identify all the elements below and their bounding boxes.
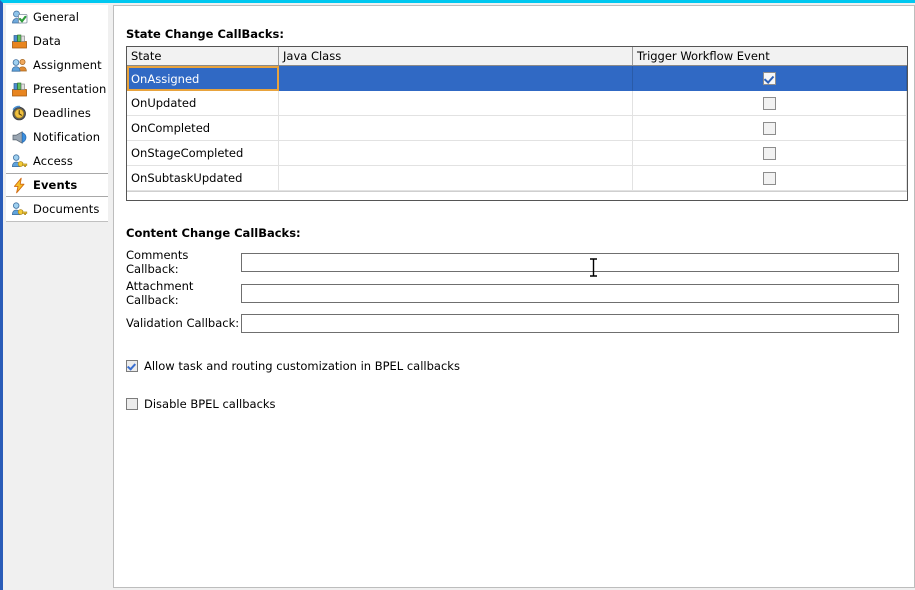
sidebar-item-label: Data <box>33 34 61 48</box>
events-settings-panel: State Change CallBacks: State Java Class… <box>113 5 915 588</box>
sidebar-item-presentation[interactable]: Presentation <box>6 77 108 101</box>
cell-trigger[interactable] <box>633 141 907 166</box>
trigger-workflow-event-checkbox[interactable] <box>763 71 776 85</box>
sidebar-item-label: Documents <box>33 202 100 216</box>
sidebar-item-assignment[interactable]: Assignment <box>6 53 108 77</box>
cell-state[interactable]: OnUpdated <box>127 91 279 116</box>
sidebar-item-documents[interactable]: Documents <box>6 197 108 221</box>
state-change-callbacks-title: State Change CallBacks: <box>126 27 284 41</box>
allow-customization-label: Allow task and routing customization in … <box>144 359 460 373</box>
content-change-callbacks-title: Content Change CallBacks: <box>126 226 301 240</box>
comments-callback-row: Comments Callback: <box>126 248 899 276</box>
column-header-java-class: Java Class <box>279 47 633 65</box>
sidebar-item-label: Presentation <box>33 82 107 96</box>
allow-customization-checkbox[interactable] <box>126 360 138 372</box>
users-group-icon <box>11 57 28 74</box>
trigger-workflow-event-checkbox[interactable] <box>763 146 776 160</box>
data-box-icon <box>11 81 28 98</box>
table-row[interactable]: OnUpdated <box>127 91 907 116</box>
cell-trigger[interactable] <box>633 166 907 191</box>
table-header-row: State Java Class Trigger Workflow Event <box>127 47 907 66</box>
cell-trigger[interactable] <box>633 116 907 141</box>
sidebar-item-label: Deadlines <box>33 106 91 120</box>
lightning-bolt-icon <box>11 177 28 194</box>
column-header-trigger-workflow-event: Trigger Workflow Event <box>633 47 907 65</box>
cell-java-class[interactable] <box>279 91 633 116</box>
disable-bpel-callbacks-label: Disable BPEL callbacks <box>144 397 276 411</box>
sidebar-item-deadlines[interactable]: Deadlines <box>6 101 108 125</box>
sidebar-item-notification[interactable]: Notification <box>6 125 108 149</box>
attachment-callback-label: Attachment Callback: <box>126 279 194 307</box>
column-header-state: State <box>127 47 279 65</box>
disable-bpel-callbacks-option[interactable]: Disable BPEL callbacks <box>126 397 276 411</box>
application-window: General Data Assignment Presentation Dea… <box>0 0 915 590</box>
cell-state[interactable]: OnCompleted <box>127 116 279 141</box>
comments-callback-input[interactable] <box>241 252 899 272</box>
data-box-icon <box>11 33 28 50</box>
sidebar-item-general[interactable]: General <box>6 5 108 29</box>
table-row[interactable]: OnStageCompleted <box>127 141 907 166</box>
trigger-workflow-event-checkbox[interactable] <box>763 121 776 135</box>
user-check-icon <box>11 9 28 26</box>
sidebar-item-label: General <box>33 10 80 24</box>
clock-icon <box>11 105 28 122</box>
sidebar-item-label: Events <box>33 178 78 192</box>
attachment-callback-row: Attachment Callback: <box>126 279 899 307</box>
sidebar-item-label: Notification <box>33 130 101 144</box>
cell-java-class[interactable] <box>279 66 633 91</box>
cell-state[interactable]: OnAssigned <box>127 66 279 91</box>
sidebar-item-list: General Data Assignment Presentation Dea… <box>6 5 108 222</box>
attachment-callback-input[interactable] <box>241 283 899 303</box>
validation-callback-input[interactable] <box>241 313 899 333</box>
allow-customization-option[interactable]: Allow task and routing customization in … <box>126 359 460 373</box>
table-row[interactable]: OnCompleted <box>127 116 907 141</box>
cell-java-class[interactable] <box>279 166 633 191</box>
user-key-icon <box>11 153 28 170</box>
sidebar-item-data[interactable]: Data <box>6 29 108 53</box>
comments-callback-label: Comments Callback: <box>126 248 189 276</box>
sidebar-item-events[interactable]: Events <box>6 173 108 197</box>
validation-callback-label: Validation Callback: <box>126 316 240 330</box>
table-row[interactable]: OnSubtaskUpdated <box>127 166 907 191</box>
cell-state[interactable]: OnStageCompleted <box>127 141 279 166</box>
cell-state[interactable]: OnSubtaskUpdated <box>127 166 279 191</box>
table-row[interactable]: OnAssigned <box>127 66 907 91</box>
cell-trigger[interactable] <box>633 66 907 91</box>
validation-callback-row: Validation Callback: <box>126 313 899 333</box>
sidebar-item-label: Access <box>33 154 73 168</box>
sidebar-item-access[interactable]: Access <box>6 149 108 173</box>
sidebar-item-label: Assignment <box>33 58 102 72</box>
trigger-workflow-event-checkbox[interactable] <box>763 171 776 185</box>
state-change-callbacks-table[interactable]: State Java Class Trigger Workflow Event … <box>126 46 908 201</box>
cell-trigger[interactable] <box>633 91 907 116</box>
megaphone-icon <box>11 129 28 146</box>
user-key-icon <box>11 201 28 218</box>
table-empty-area <box>127 191 907 198</box>
trigger-workflow-event-checkbox[interactable] <box>763 96 776 110</box>
cell-java-class[interactable] <box>279 116 633 141</box>
cell-java-class[interactable] <box>279 141 633 166</box>
sidebar: General Data Assignment Presentation Dea… <box>3 3 108 590</box>
disable-bpel-callbacks-checkbox[interactable] <box>126 398 138 410</box>
